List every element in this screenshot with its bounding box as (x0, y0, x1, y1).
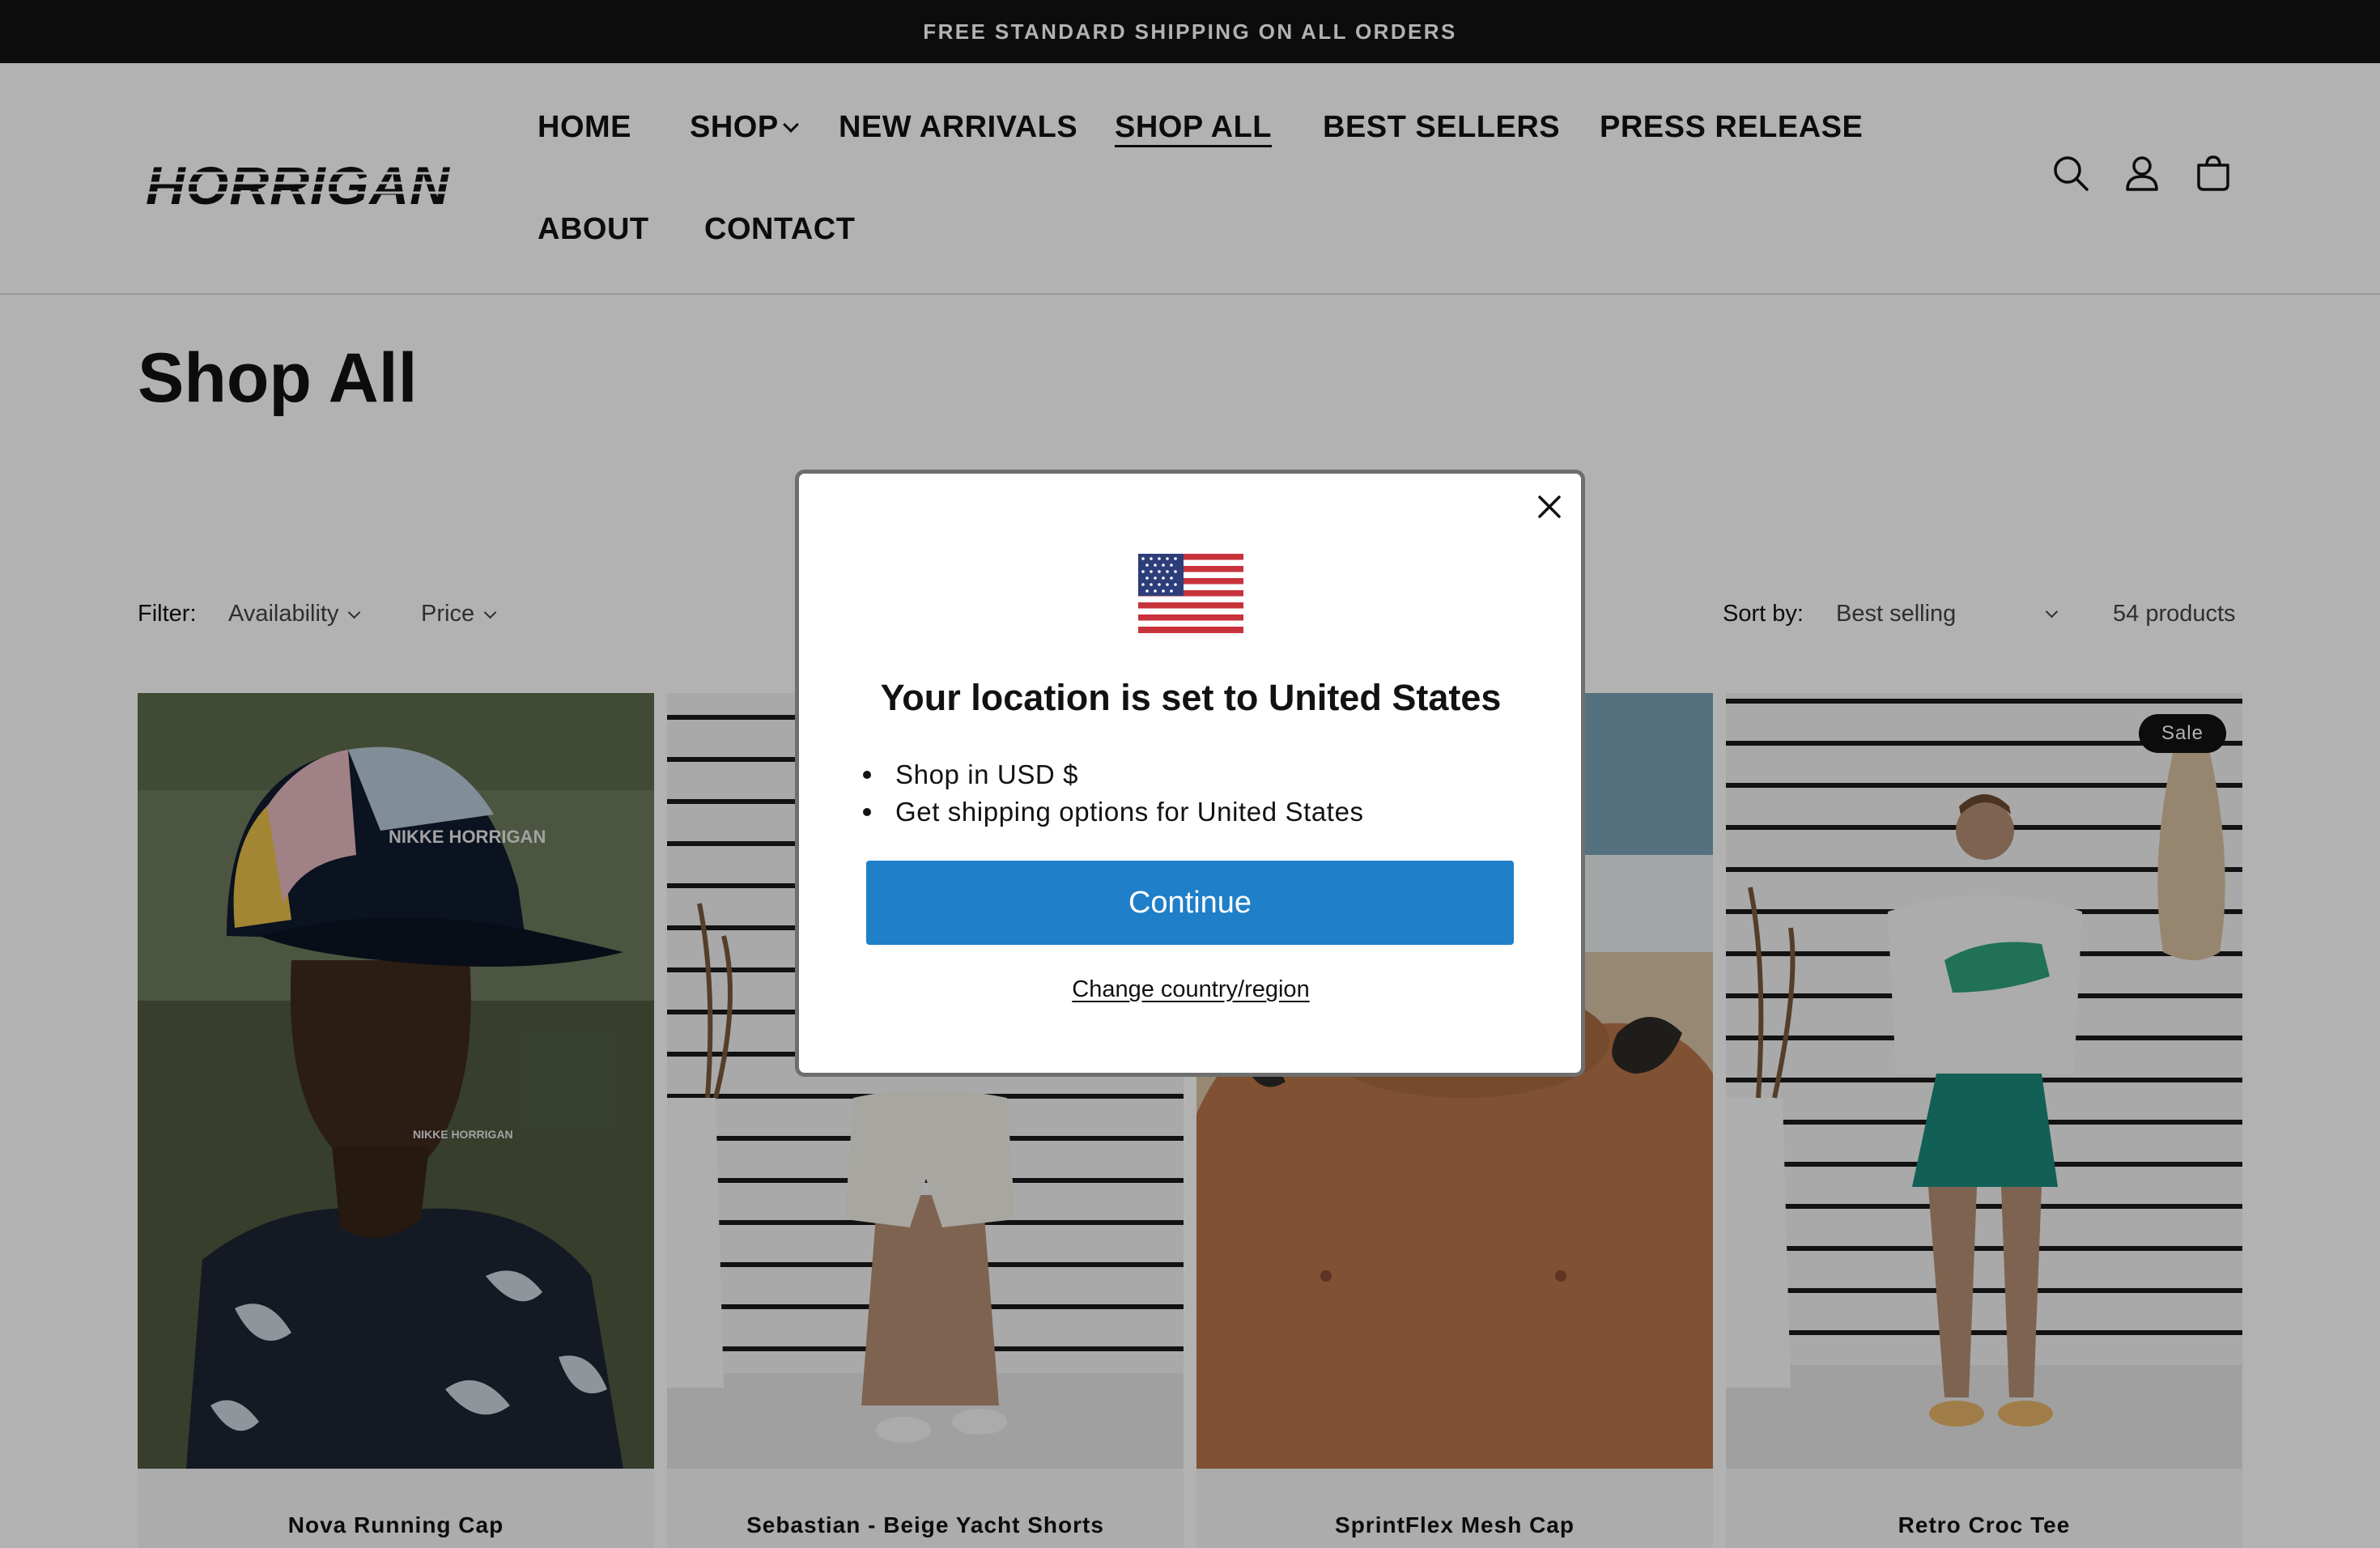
list-item: Get shipping options for United States (863, 793, 1364, 831)
list-item: Shop in USD $ (863, 756, 1364, 793)
modal-heading: Your location is set to United States (880, 677, 1502, 718)
modal-benefits-list: Shop in USD $ Get shipping options for U… (863, 756, 1364, 831)
change-country-link[interactable]: Change country/region (801, 976, 1580, 1003)
continue-button[interactable]: Continue (866, 861, 1514, 945)
close-icon[interactable] (1532, 489, 1567, 525)
us-flag-icon (1138, 554, 1243, 633)
